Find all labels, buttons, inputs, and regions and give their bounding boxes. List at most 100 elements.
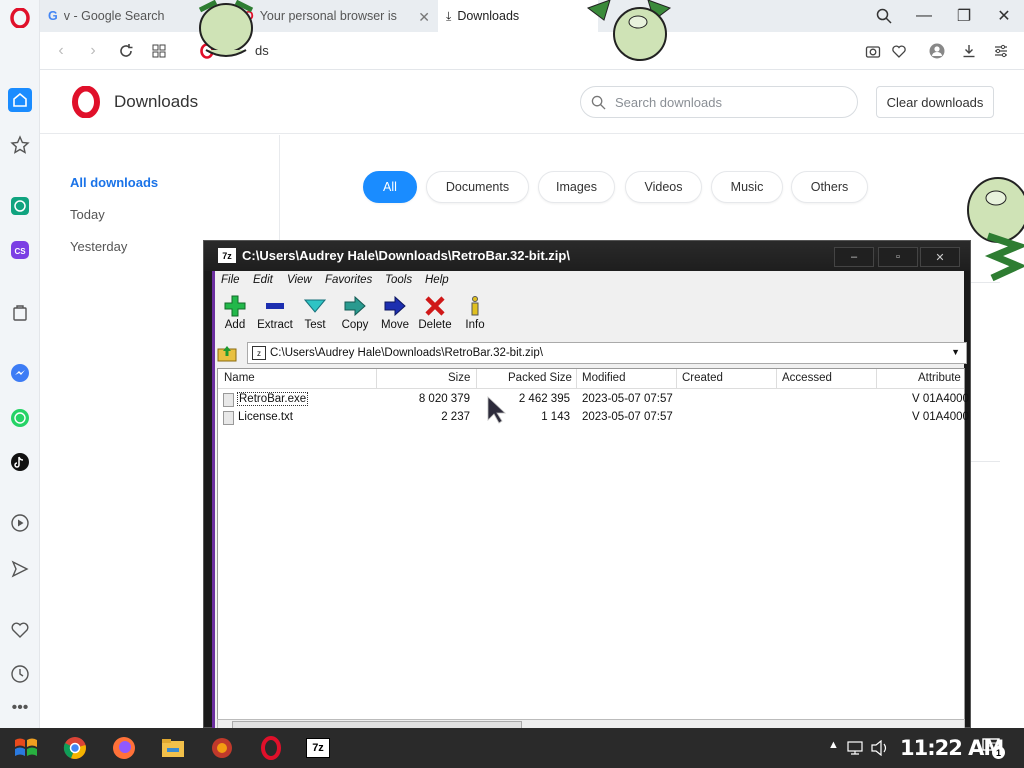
filter-all[interactable]: All: [363, 171, 417, 203]
downloads-toolbar-icon[interactable]: [958, 40, 980, 62]
downloads-header: Downloads Search downloads Clear downloa…: [40, 70, 1024, 134]
tiktok-icon[interactable]: [8, 450, 32, 474]
filter-images[interactable]: Images: [538, 171, 615, 203]
volume-icon[interactable]: [871, 740, 889, 756]
delete-button[interactable]: Delete: [415, 295, 455, 339]
zip-minimize-button[interactable]: –: [834, 247, 874, 267]
clear-downloads-button[interactable]: Clear downloads: [876, 86, 994, 118]
start-button-icon[interactable]: [12, 734, 40, 762]
toolbar-label: Copy: [341, 319, 369, 331]
sevenzip-titlebar[interactable]: 7z C:\Users\Audrey Hale\Downloads\RetroB…: [204, 241, 970, 271]
file-name: License.txt: [238, 411, 293, 423]
sevenzip-taskbar-icon[interactable]: 7z: [306, 738, 330, 758]
more-dots-icon[interactable]: •••: [8, 696, 32, 720]
opera-logo-icon: [72, 86, 100, 118]
close-tab-icon[interactable]: ✕: [418, 9, 430, 26]
search-icon: [591, 95, 606, 110]
messenger-icon[interactable]: [8, 361, 32, 385]
taskbar: 7z ▲ 11:22 AM 1: [0, 728, 1024, 768]
chrome-icon[interactable]: [63, 736, 87, 760]
extract-button[interactable]: Extract: [255, 295, 295, 339]
move-button[interactable]: Move: [375, 295, 415, 339]
file-explorer-icon[interactable]: [161, 736, 185, 760]
info-i-icon: [471, 296, 479, 316]
nav-today[interactable]: Today: [70, 207, 105, 222]
filter-documents[interactable]: Documents: [426, 171, 529, 203]
menu-file[interactable]: File: [221, 274, 240, 286]
col-name[interactable]: Name: [224, 372, 255, 390]
opera-taskbar-icon[interactable]: [259, 736, 283, 760]
reload-icon[interactable]: [115, 40, 137, 62]
chatgpt-icon[interactable]: [8, 194, 32, 218]
player-icon[interactable]: [8, 511, 32, 535]
bookmarks-star-icon[interactable]: [8, 133, 32, 157]
heart-icon[interactable]: [8, 618, 32, 642]
menu-help[interactable]: Help: [425, 274, 449, 286]
menu-favorites[interactable]: Favorites: [325, 274, 372, 286]
zip-close-button[interactable]: ✕: [920, 247, 960, 267]
restore-button[interactable]: ❐: [944, 0, 984, 32]
firefox-icon[interactable]: [112, 736, 136, 760]
network-icon[interactable]: [847, 740, 863, 756]
test-button[interactable]: Test: [295, 295, 335, 339]
back-icon[interactable]: ‹: [50, 40, 72, 62]
history-clock-icon[interactable]: [8, 662, 32, 686]
toolbar-label: Delete: [418, 319, 452, 331]
col-accessed[interactable]: Accessed: [782, 372, 832, 390]
tab-downloads[interactable]: ⤓ Downloads: [438, 0, 598, 32]
send-icon[interactable]: [8, 557, 32, 581]
file-name: RetroBar.exe: [237, 392, 309, 406]
tray-chevron-icon[interactable]: ▲: [828, 739, 839, 751]
search-tabs-icon[interactable]: [864, 0, 904, 32]
filter-others[interactable]: Others: [791, 171, 868, 203]
page-title: Downloads: [114, 92, 199, 111]
notifications-icon[interactable]: 1: [982, 738, 1005, 759]
app-icon[interactable]: [210, 736, 234, 760]
whatsapp-icon[interactable]: [8, 406, 32, 430]
col-attributes[interactable]: Attribute: [918, 372, 961, 390]
copy-button[interactable]: Copy: [335, 295, 375, 339]
bookmark-heart-icon[interactable]: [888, 40, 910, 62]
google-g-icon: G: [48, 9, 58, 23]
zip-column-header: Name Size Packed Size Modified Created A…: [218, 369, 964, 389]
table-row[interactable]: RetroBar.exe 8 020 379 2 462 395 2023-05…: [218, 391, 969, 409]
menu-view[interactable]: View: [287, 274, 312, 286]
home-icon[interactable]: [8, 88, 32, 112]
filter-videos[interactable]: Videos: [625, 171, 702, 203]
search-downloads-input[interactable]: Search downloads: [580, 86, 858, 118]
zip-toolbar: Add Extract Test Copy Move Delete Info: [215, 291, 965, 341]
test-check-icon: [304, 299, 326, 313]
col-modified[interactable]: Modified: [582, 372, 625, 390]
col-created[interactable]: Created: [682, 372, 723, 390]
up-folder-icon[interactable]: [217, 344, 237, 362]
table-row[interactable]: License.txt 2 237 1 143 2023-05-07 07:57…: [218, 409, 969, 427]
shopping-bag-icon[interactable]: [8, 300, 32, 324]
easy-setup-icon[interactable]: [990, 40, 1012, 62]
filter-music[interactable]: Music: [711, 171, 783, 203]
menu-edit[interactable]: Edit: [253, 274, 273, 286]
dropdown-arrow-icon[interactable]: ▼: [951, 347, 960, 357]
zip-maximize-button[interactable]: ▫: [878, 247, 918, 267]
col-packed-size[interactable]: Packed Size: [508, 372, 572, 390]
zip-path-combobox[interactable]: z C:\Users\Audrey Hale\Downloads\RetroBa…: [247, 342, 967, 364]
forward-icon[interactable]: ›: [82, 40, 104, 62]
tab-opera-welcome[interactable]: O Your personal browser is ✕: [236, 0, 438, 32]
snapshot-camera-icon[interactable]: [862, 40, 884, 62]
copy-arrow-icon: [344, 295, 366, 317]
mouse-cursor-icon: [487, 396, 507, 424]
profile-avatar-icon[interactable]: [926, 40, 948, 62]
opera-logo-icon[interactable]: [8, 6, 32, 30]
menu-tools[interactable]: Tools: [385, 274, 412, 286]
nav-all-downloads[interactable]: All downloads: [70, 175, 158, 190]
minimize-button[interactable]: —: [904, 0, 944, 32]
col-size[interactable]: Size: [448, 372, 470, 390]
sevenzip-logo-icon: 7z: [218, 248, 236, 263]
info-button[interactable]: Info: [455, 295, 495, 339]
close-button[interactable]: ✕: [984, 0, 1024, 32]
toolbar-label: Add: [224, 319, 246, 331]
nav-yesterday[interactable]: Yesterday: [70, 239, 127, 254]
add-button[interactable]: Add: [215, 295, 255, 339]
chatsonic-icon[interactable]: CS: [8, 238, 32, 262]
tab-grid-icon[interactable]: [148, 40, 170, 62]
extract-minus-icon: [266, 303, 284, 309]
